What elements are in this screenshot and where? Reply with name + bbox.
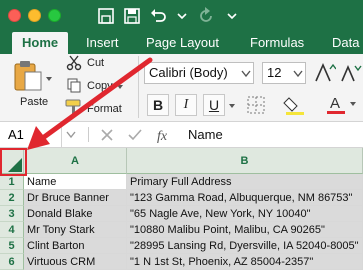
annotation-arrow-icon	[27, 57, 153, 150]
